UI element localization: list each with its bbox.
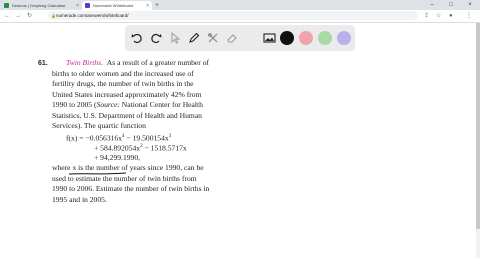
share-icon[interactable]: ⇪ (424, 11, 429, 21)
color-green-swatch[interactable] (318, 31, 332, 45)
undo-icon[interactable] (130, 31, 144, 45)
forward-icon[interactable]: → (15, 11, 21, 21)
color-purple-swatch[interactable] (337, 31, 351, 45)
tab-numerade[interactable]: Numerade Whiteboard × (82, 1, 152, 10)
text-line: United States increased approximately 42… (52, 89, 202, 99)
whiteboard-toolbar (125, 25, 355, 51)
bookmark-star-icon[interactable]: ☆ (436, 11, 441, 21)
desmos-favicon-icon (4, 3, 9, 8)
tab-desmos[interactable]: Desmos | Graphing Calculator × (1, 1, 82, 10)
tab-strip: Desmos | Graphing Calculator × Numerade … (0, 0, 480, 10)
tools-icon[interactable] (206, 31, 220, 45)
text-line: births to older women and the increased … (52, 68, 194, 78)
maximize-icon[interactable]: □ (442, 0, 460, 10)
lock-icon: 🔒 (51, 13, 56, 18)
text-line: Statistics, U.S. Department of Health an… (52, 110, 202, 120)
color-black-swatch[interactable] (280, 31, 294, 45)
equation-line: + 94,299.1990, (94, 152, 141, 162)
minimize-icon[interactable]: – (423, 0, 441, 10)
redo-icon[interactable] (149, 31, 163, 45)
reload-icon[interactable]: ↻ (27, 11, 32, 21)
problem-title: Twin Births. (66, 58, 103, 67)
back-icon[interactable]: ← (4, 11, 10, 21)
select-icon[interactable] (168, 31, 182, 45)
text-line: 1990 to 2006. Estimate the number of twi… (52, 184, 210, 193)
image-icon[interactable] (262, 31, 276, 45)
text-line: fertility drugs, the number of twin birt… (52, 79, 194, 88)
tab-label: Desmos | Graphing Calculator (12, 3, 66, 8)
color-pink-swatch[interactable] (299, 31, 313, 45)
url-text: numerade.com/answers/whiteboard/ (56, 13, 129, 18)
eraser-icon[interactable] (225, 31, 239, 45)
profile-icon[interactable]: ● (449, 11, 453, 21)
tab-label: Numerade Whiteboard (93, 3, 134, 8)
pen-icon[interactable] (187, 31, 201, 45)
text-line: Services). The quartic function (52, 121, 146, 130)
text-line: 1990 to 2005 ( (52, 100, 97, 109)
text-line: As a result of a greater number of (106, 58, 210, 67)
url-field[interactable]: 🔒 numerade.com/answers/whiteboard/ (48, 11, 418, 20)
address-bar: ← → ↻ 🔒 numerade.com/answers/whiteboard/… (0, 10, 480, 23)
pen-underline-annotation (68, 172, 127, 175)
close-window-icon[interactable]: × (461, 0, 479, 10)
close-tab-icon[interactable]: × (146, 3, 149, 9)
source-label: Source: (96, 100, 120, 109)
close-tab-icon[interactable]: × (76, 3, 79, 9)
scrollbar-thumb[interactable] (476, 23, 480, 229)
menu-icon[interactable]: ⋮ (466, 11, 472, 21)
numerade-favicon-icon (85, 3, 90, 8)
problem-number: 61. (38, 60, 48, 67)
new-tab-icon[interactable]: + (155, 1, 159, 10)
text-line: National Center for Health (119, 100, 203, 109)
text-line: 1995 and in 2005. (52, 194, 107, 204)
